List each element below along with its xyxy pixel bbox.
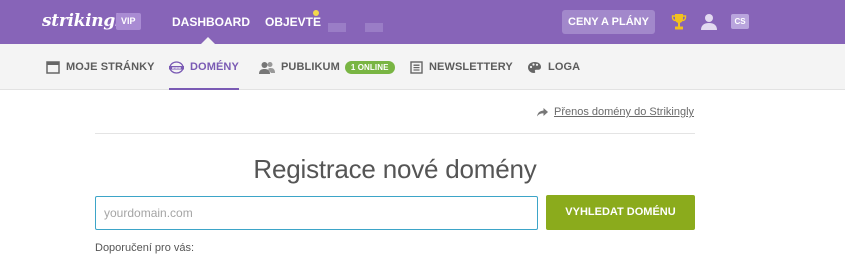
top-bar: strikingly VIP DASHBOARD OBJEVTE CENY A … [0, 0, 845, 44]
domain-search-input[interactable] [95, 196, 538, 230]
page-icon [46, 60, 60, 74]
tab-label: MOJE STRÁNKY [66, 61, 155, 73]
tab-publikum[interactable]: PUBLIKUM 1 ONLINE [259, 44, 395, 90]
tab-loga[interactable]: LOGA [527, 44, 580, 90]
page-title: Registrace nové domény [253, 154, 537, 184]
tab-domeny[interactable]: www DOMÉNY [169, 44, 239, 90]
tab-label: PUBLIKUM [281, 61, 340, 73]
transfer-link-text: Přenos domény do Strikingly [554, 106, 695, 118]
tab-label: LOGA [548, 61, 581, 73]
recommendations-label: Doporučení pro vás: [95, 242, 195, 254]
pricing-plans-button[interactable]: CENY A PLÁNY [562, 10, 655, 34]
tab-newslettery[interactable]: NEWSLETTERY [410, 44, 513, 90]
content-divider [95, 133, 695, 134]
people-icon [259, 61, 275, 74]
nav-dashboard[interactable]: DASHBOARD [172, 15, 250, 29]
search-domain-button[interactable]: VYHLEDAT DOMÉNU [546, 195, 695, 230]
palette-icon [528, 61, 541, 73]
nav-placeholder-2 [365, 23, 383, 32]
newsletter-icon [410, 60, 423, 74]
nav-placeholder-1 [328, 23, 346, 32]
vip-badge: VIP [116, 13, 141, 30]
sub-navigation: MOJE STRÁNKY www DOMÉNY PUBLIKUM 1 ONLIN… [0, 44, 845, 90]
notification-dot [313, 10, 319, 16]
language-selector[interactable]: CS [731, 14, 749, 29]
online-count-badge: 1 ONLINE [344, 60, 395, 74]
transfer-domain-link[interactable]: Přenos domény do Strikingly [537, 106, 694, 118]
tab-moje-stranky[interactable]: MOJE STRÁNKY [46, 44, 155, 90]
tab-label: NEWSLETTERY [429, 61, 513, 73]
tab-label: DOMÉNY [190, 61, 239, 73]
trophy-icon[interactable] [671, 13, 687, 31]
www-icon: www [169, 60, 184, 74]
user-icon[interactable] [701, 13, 717, 30]
nav-objevte[interactable]: OBJEVTE [265, 15, 321, 29]
active-nav-caret [201, 37, 215, 44]
svg-text:www: www [172, 65, 181, 69]
share-arrow-icon [537, 107, 548, 116]
